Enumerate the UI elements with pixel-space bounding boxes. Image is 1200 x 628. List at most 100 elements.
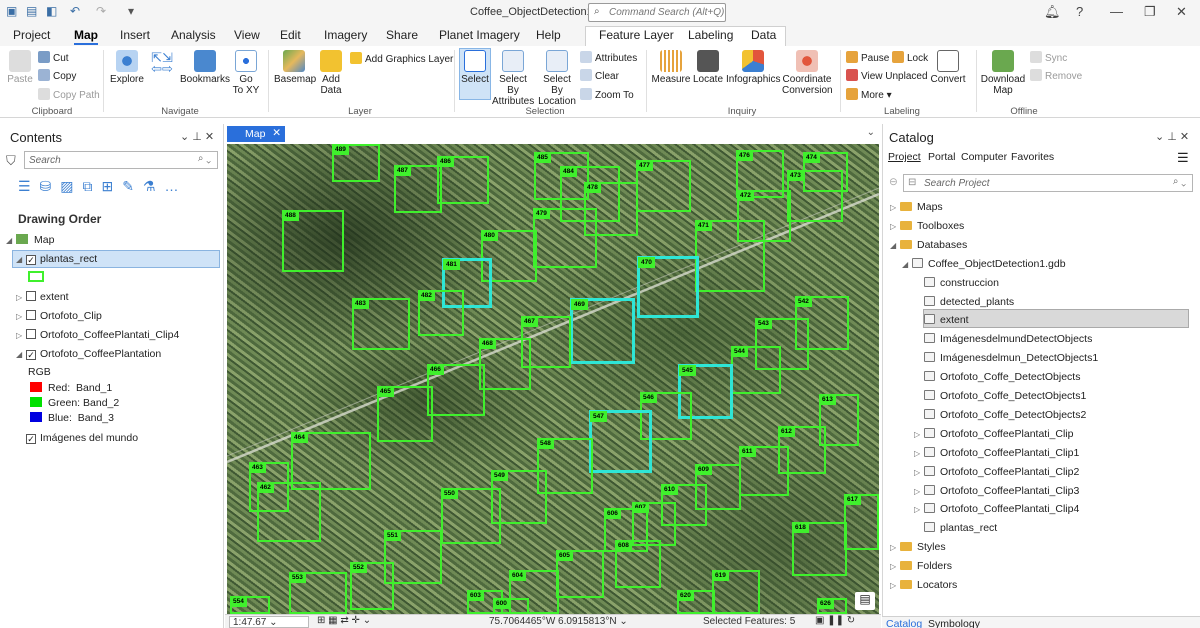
detection-box[interactable]: 471 [695,220,765,292]
tab-labeling[interactable]: Labeling [688,28,733,42]
expand-icon[interactable]: ▷ [890,543,898,552]
add-data-button[interactable]: Add Data [316,50,346,96]
symbol-swatch[interactable] [28,271,44,282]
map-canvas[interactable]: 489 486 487 485 484 477 476 474 473 478 472 488 479 4… [227,144,879,614]
tab-planet-imagery[interactable]: Planet Imagery [439,28,520,42]
layer-map[interactable]: ◢ Map [6,234,54,246]
infographics-button[interactable]: Infographics [726,50,780,85]
chevron-down-icon[interactable]: ⌄ [867,127,875,138]
back-icon[interactable]: ⊖ [889,176,898,188]
save-icon[interactable]: ◧ [46,4,57,18]
tab-map[interactable]: Map [74,28,98,45]
bottom-tab-catalog[interactable]: Catalog [886,618,922,628]
tab-data[interactable]: Data [751,28,776,42]
select-button[interactable]: Select [460,50,490,85]
catalog-item-folders[interactable]: ▷ Folders [890,560,952,572]
pane-options-icon[interactable]: ⌄ ⊥ ✕ [1155,130,1189,143]
basemap-button[interactable]: Basemap [274,50,316,85]
view-unplaced-button[interactable]: View Unplaced [846,69,928,82]
detection-box[interactable]: 466 [427,364,485,416]
bookmarks-button[interactable]: Bookmarks [180,50,230,85]
map-chat-icon[interactable]: ▤ [855,592,875,610]
selected-features-count[interactable]: Selected Features: 5 [703,616,795,627]
minimize-icon[interactable]: — [1110,4,1123,19]
catalog-item-ortofoto-detect1[interactable]: Ortofoto_Coffe_DetectObjects1 [914,390,1086,402]
expand-icon[interactable]: ▷ [16,293,24,302]
catalog-item-clip2[interactable]: ▷ Ortofoto_CoffeePlantati_Clip2 [914,465,1079,478]
add-graphics-layer-button[interactable]: Add Graphics Layer [350,52,453,65]
detection-box[interactable]: 465 [377,386,433,442]
explore-button[interactable]: Explore [108,50,146,85]
layer-plantas-rect[interactable]: ◢ ✓ plantas_rect [16,253,97,265]
contents-search-input[interactable]: Search ⌕ ⌄ [24,151,218,169]
lock-button[interactable]: Lock [892,51,928,64]
catalog-item-maps[interactable]: ▷ Maps [890,201,943,213]
cut-button[interactable]: Cut [38,51,69,64]
collapse-icon[interactable]: ◢ [16,255,24,264]
measure-button[interactable]: Measure [651,50,691,85]
expand-icon[interactable]: ▷ [16,331,24,340]
layer-imagenes-del-mundo[interactable]: ✓ Imágenes del mundo [26,432,138,444]
tab-project[interactable]: Project [13,28,50,42]
tab-view[interactable]: View [234,28,260,42]
clear-button[interactable]: Clear [580,69,619,82]
tab-help[interactable]: Help [536,28,561,42]
detection-box[interactable]: 486 [437,156,489,204]
detection-box[interactable]: 620 [677,590,715,614]
expand-icon[interactable]: ▷ [890,562,898,571]
copy-path-button[interactable]: Copy Path [38,88,100,101]
tab-feature-layer[interactable]: Feature Layer [599,28,674,42]
catalog-item-toolboxes[interactable]: ▷ Toolboxes [890,220,964,232]
pane-options-icon[interactable]: ⌄ ⊥ ✕ [180,130,214,143]
detection-box[interactable]: 468 [479,338,531,390]
command-search-input[interactable]: ⌕ Command Search (Alt+Q) [588,3,726,22]
detection-box[interactable]: 608 [615,540,661,588]
attributes-button[interactable]: Attributes [580,51,637,64]
select-by-attributes-button[interactable]: Select By Attributes [492,50,534,107]
catalog-item-clip1[interactable]: ▷ Ortofoto_CoffeePlantati_Clip1 [914,446,1079,459]
catalog-item-ortofoto-detect[interactable]: Ortofoto_Coffe_DetectObjects [914,371,1080,383]
layer-ortofoto-clip[interactable]: ▷ Ortofoto_Clip [16,310,102,322]
new-project-icon[interactable]: ▣ [6,4,17,18]
collapse-icon[interactable]: ◢ [16,350,24,359]
catalog-item-construccion[interactable]: construccion [914,276,999,289]
catalog-tab-favorites[interactable]: Favorites [1011,151,1054,163]
expand-icon[interactable]: ▷ [890,203,898,212]
expand-icon[interactable]: ▷ [890,222,898,231]
map-nav-toolbar[interactable]: ⊞ ▦ ⇄ ✛ ⌄ [317,615,371,626]
detection-box[interactable]: 479 [533,208,597,268]
catalog-item-clip[interactable]: ▷ Ortofoto_CoffeePlantati_Clip [914,427,1073,440]
catalog-item-detected-plants[interactable]: detected_plants [914,295,1014,308]
detection-box[interactable]: 482 [418,290,464,336]
detection-box[interactable]: 617 [844,494,879,550]
layer-checkbox[interactable]: ✓ [26,255,36,265]
undo-icon[interactable]: ↶ [70,4,80,18]
detection-box[interactable]: 618 [792,522,847,576]
detection-box[interactable]: 469 [570,298,635,364]
tab-imagery[interactable]: Imagery [324,28,367,42]
copy-button[interactable]: Copy [38,69,76,82]
detection-box[interactable]: 619 [712,570,760,614]
layer-checkbox[interactable] [26,310,36,320]
detection-box[interactable]: 611 [739,446,789,496]
sync-button[interactable]: Sync [1030,51,1067,64]
layer-extent[interactable]: ▷ extent [16,291,69,303]
catalog-item-imagenes-detect[interactable]: ImágenesdelmundDetectObjects [914,333,1092,345]
layer-checkbox[interactable]: ✓ [26,434,36,444]
select-by-location-button[interactable]: Select By Location [536,50,578,107]
goto-xy-button[interactable]: Go To XY [232,50,260,96]
bottom-tab-symbology[interactable]: Symbology [928,618,980,628]
locate-button[interactable]: Locate [692,50,724,85]
catalog-search-input[interactable]: ⊟ Search Project ⌕ ⌄ [903,174,1193,192]
expand-icon[interactable]: ▷ [914,468,922,477]
close-icon[interactable]: ✕ [1176,4,1187,20]
contents-view-toolbar[interactable]: ☰⛁▨⧉⊞✎⚗… [18,178,188,195]
detection-box[interactable]: 626 [817,598,847,614]
detection-box[interactable]: 600 [493,598,529,614]
layer-checkbox[interactable] [26,329,36,339]
redo-icon[interactable]: ↷ [96,4,106,18]
menu-icon[interactable]: ☰ [1177,150,1189,166]
detection-box[interactable]: 553 [289,572,347,614]
tab-share[interactable]: Share [386,28,418,42]
pause-button[interactable]: Pause [846,51,889,64]
